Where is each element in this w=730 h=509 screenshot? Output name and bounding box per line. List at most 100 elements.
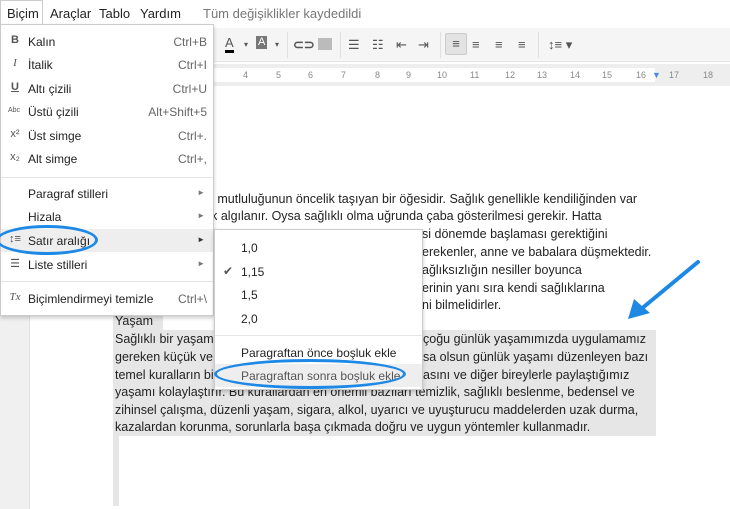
text-line: ni bilmelidirler. [422,298,502,312]
underline-icon: U [11,81,19,93]
label: 1,15 [241,265,265,279]
text-line: zihinsel çalışma, düzenli yaşam, sigara,… [115,403,639,417]
submenu-arrow-icon: ► [197,188,205,197]
arrow-annotation-icon [628,260,700,319]
menu-item-clear-formatting[interactable]: Tx Biçimlendirmeyi temizle Ctrl+\ [1,287,213,310]
shortcut: Ctrl+. [177,129,207,143]
link-icon[interactable]: ⊂⊃ [293,36,315,54]
label: Kalın [28,35,56,49]
increase-indent-icon[interactable]: ⇥ [418,36,429,54]
format-menu: B Kalın Ctrl+B I İtalik Ctrl+I U Altı çizili C… [0,24,214,316]
menu-item-subscript[interactable]: x₂ Alt simge Ctrl+, [1,147,213,170]
shortcut: Ctrl+B [173,35,207,49]
clear-formatting-icon: Tx [9,291,21,303]
divider [1,281,213,282]
label: İtalik [28,58,53,72]
text-line: rak algılanır. Oysa sağlıklı olma uğrund… [200,209,602,223]
ruler-number: 17 [669,70,680,80]
text-line: asını ve diğer bireylerle paylaştığımız [423,368,630,382]
text-line: kazalardan korunma, sorunlarla başa çıkm… [115,420,591,434]
menu-item-superscript[interactable]: x² Üst simge Ctrl+. [1,124,213,147]
ruler-number: 9 [406,70,412,80]
line-spacing-2-0[interactable]: 2,0 [215,307,422,330]
shortcut: Alt+Shift+5 [148,105,207,119]
label: Alt simge [28,152,78,166]
ruler-number: 8 [375,70,381,80]
label: Hizala [28,210,62,224]
line-spacing-1-0[interactable]: 1,0 [215,236,422,259]
align-right-icon[interactable]: ≡ [495,36,503,54]
line-spacing-1-5[interactable]: 1,5 [215,283,422,306]
list-icon: ☰ [10,258,20,270]
highlight-ellipse [214,359,406,389]
ruler-number: 5 [276,70,282,80]
save-status: Tüm değişiklikler kaydedildi [203,6,362,21]
text-line: sa olsun günlük yaşamı düzenleyen bazı [423,350,649,364]
menu-item-italic[interactable]: I İtalik Ctrl+I [1,53,213,76]
line-spacing-1-15[interactable]: ✔ 1,15 [215,260,422,283]
subscript-icon: x₂ [10,151,20,163]
text-line: erinin yanı sıra kendi sağlıklarına [422,281,605,295]
label: Paragraf stilleri [28,187,109,201]
divider [1,177,213,178]
text-color-icon[interactable]: A [225,36,234,53]
text-line: Sağlıklı bir yaşam [115,332,214,346]
label: Biçimlendirmeyi temizle [28,292,154,306]
ruler-number: 16 [636,70,647,80]
menu-tablo[interactable]: Tablo [99,6,130,21]
menu-yardim[interactable]: Yardım [140,6,181,21]
menu-item-underline[interactable]: U Altı çizili Ctrl+U [1,77,213,100]
submenu-arrow-icon: ► [197,211,205,220]
ruler-number: 12 [505,70,516,80]
menu-item-bold[interactable]: B Kalın Ctrl+B [1,30,213,53]
shortcut: Ctrl+\ [177,292,207,306]
chevron-down-icon[interactable]: ▾ [275,36,279,54]
text-line: temel kuralların bi [115,368,214,382]
label: Liste stilleri [28,258,88,272]
ruler-number: 6 [308,70,314,80]
ruler-number: 18 [703,70,714,80]
align-center-icon[interactable]: ≡ [472,36,480,54]
checkmark-icon: ✔ [223,264,234,278]
label: Altı çizili [28,82,72,96]
bulleted-list-icon[interactable]: ☷ [372,36,384,54]
right-indent-marker[interactable]: ▼ [652,70,661,80]
image-icon[interactable] [318,38,332,50]
line-spacing-icon[interactable]: ↕≡ ▾ [548,36,572,54]
align-left-icon[interactable]: ≡ [445,33,467,55]
text-line: si dönemde başlaması gerektiğini [422,227,608,241]
label: 1,0 [241,241,258,255]
highlight-ellipse [0,225,98,255]
menu-item-list-styles[interactable]: ☰ Liste stilleri ► [1,253,213,276]
ruler-number: 15 [602,70,613,80]
menu-item-strikethrough[interactable]: Abc Üstü çizili Alt+Shift+5 [1,100,213,123]
justify-icon[interactable]: ≡ [518,36,526,54]
chevron-down-icon[interactable]: ▾ [244,36,248,54]
text-line: ağlıksızlığın nesiller boyunca [422,263,582,277]
ruler-number: 13 [537,70,548,80]
shortcut: Ctrl+, [177,152,207,166]
text-line: erekenler, anne ve babalara düşmektedir. [422,245,652,259]
divider [215,335,422,336]
text-line: an mutluluğunun öncelik taşıyan bir öğes… [200,192,638,206]
decrease-indent-icon[interactable]: ⇤ [396,36,407,54]
label: 2,0 [241,312,258,326]
submenu-arrow-icon: ► [197,235,205,244]
text-line: gereken küçük ve [115,350,213,364]
label: Üst simge [28,129,82,143]
numbered-list-icon[interactable]: ☰ [348,36,360,54]
shortcut: Ctrl+U [172,82,207,96]
menu-item-paragraph-styles[interactable]: Paragraf stilleri ► [1,182,213,205]
ruler-number: 4 [243,70,249,80]
shortcut: Ctrl+I [177,58,207,72]
highlight-color-icon[interactable]: A [256,36,268,49]
menu-araclar[interactable]: Araçlar [50,6,91,21]
bold-icon: B [11,34,19,46]
text-line: çoğu günlük yaşamımızda uygulamamız [423,332,647,346]
label: Üstü çizili [28,105,79,119]
label: Paragraftan önce boşluk ekle [241,346,397,360]
submenu-arrow-icon: ► [197,259,205,268]
label: 1,5 [241,288,258,302]
ruler-number: 11 [470,70,480,80]
selection [113,436,119,506]
